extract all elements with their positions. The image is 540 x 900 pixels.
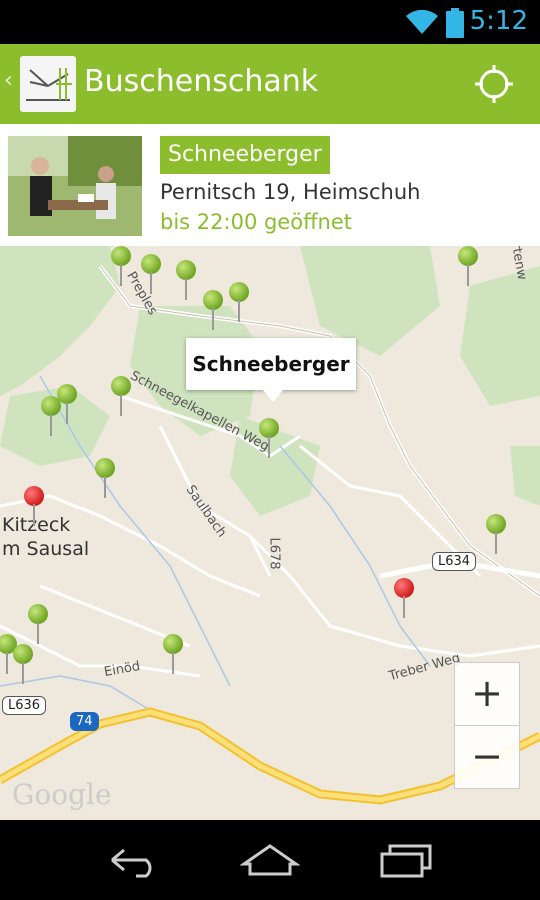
map-pin[interactable] — [457, 246, 479, 286]
map-pin[interactable] — [27, 604, 49, 644]
map-pin[interactable] — [175, 260, 197, 300]
wifi-icon — [406, 9, 438, 34]
map-pin[interactable] — [94, 458, 116, 498]
battery-icon — [446, 8, 464, 38]
map-pin[interactable] — [162, 634, 184, 674]
zoom-in-button[interactable]: + — [454, 662, 520, 726]
place-name-badge: Schneeberger — [160, 136, 330, 174]
google-attribution: Google — [12, 778, 112, 811]
action-bar: ‹ Buschenschank — [0, 44, 540, 124]
app-logo[interactable] — [20, 56, 76, 112]
map-pin[interactable] — [110, 376, 132, 416]
map-pin[interactable] — [228, 282, 250, 322]
road-label-l678: L678 — [266, 537, 282, 570]
system-nav-bar — [0, 820, 540, 900]
place-photo[interactable] — [8, 136, 142, 236]
road-shield-l634: L634 — [432, 552, 477, 571]
my-location-icon[interactable] — [474, 64, 514, 104]
map-info-window[interactable]: Schneeberger — [186, 338, 356, 402]
map-pin[interactable] — [12, 644, 34, 684]
place-address: Pernitsch 19, Heimschuh — [160, 180, 421, 204]
map-pin[interactable] — [485, 514, 507, 554]
recent-apps-icon[interactable] — [376, 840, 436, 880]
road-shield-74: 74 — [70, 712, 99, 731]
map-pin-red[interactable] — [393, 578, 415, 618]
selected-place-panel[interactable]: Schneeberger Pernitsch 19, Heimschuh bis… — [0, 124, 540, 246]
map-pin-selected[interactable] — [258, 418, 280, 458]
map-pin[interactable] — [140, 254, 162, 294]
map-view[interactable]: Preples Schneegelkapellen Weg Saulbach L… — [0, 246, 540, 820]
status-time: 5:12 — [469, 6, 528, 36]
wine-press-icon — [26, 68, 72, 101]
app-title: Buschenschank — [84, 64, 319, 99]
town-label-sausal: m Sausal — [2, 538, 90, 560]
home-icon[interactable] — [240, 840, 300, 880]
map-pin[interactable] — [202, 290, 224, 330]
road-shield-l636: L636 — [2, 696, 47, 715]
map-pin-red[interactable] — [23, 486, 45, 526]
up-caret-icon[interactable]: ‹ — [4, 68, 13, 93]
zoom-out-button[interactable]: − — [454, 725, 520, 789]
map-pin[interactable] — [110, 246, 132, 286]
map-pin[interactable] — [40, 396, 62, 436]
place-opening-hours: bis 22:00 geöffnet — [160, 210, 353, 234]
back-icon[interactable] — [106, 840, 166, 880]
status-bar: 5:12 — [0, 0, 540, 44]
